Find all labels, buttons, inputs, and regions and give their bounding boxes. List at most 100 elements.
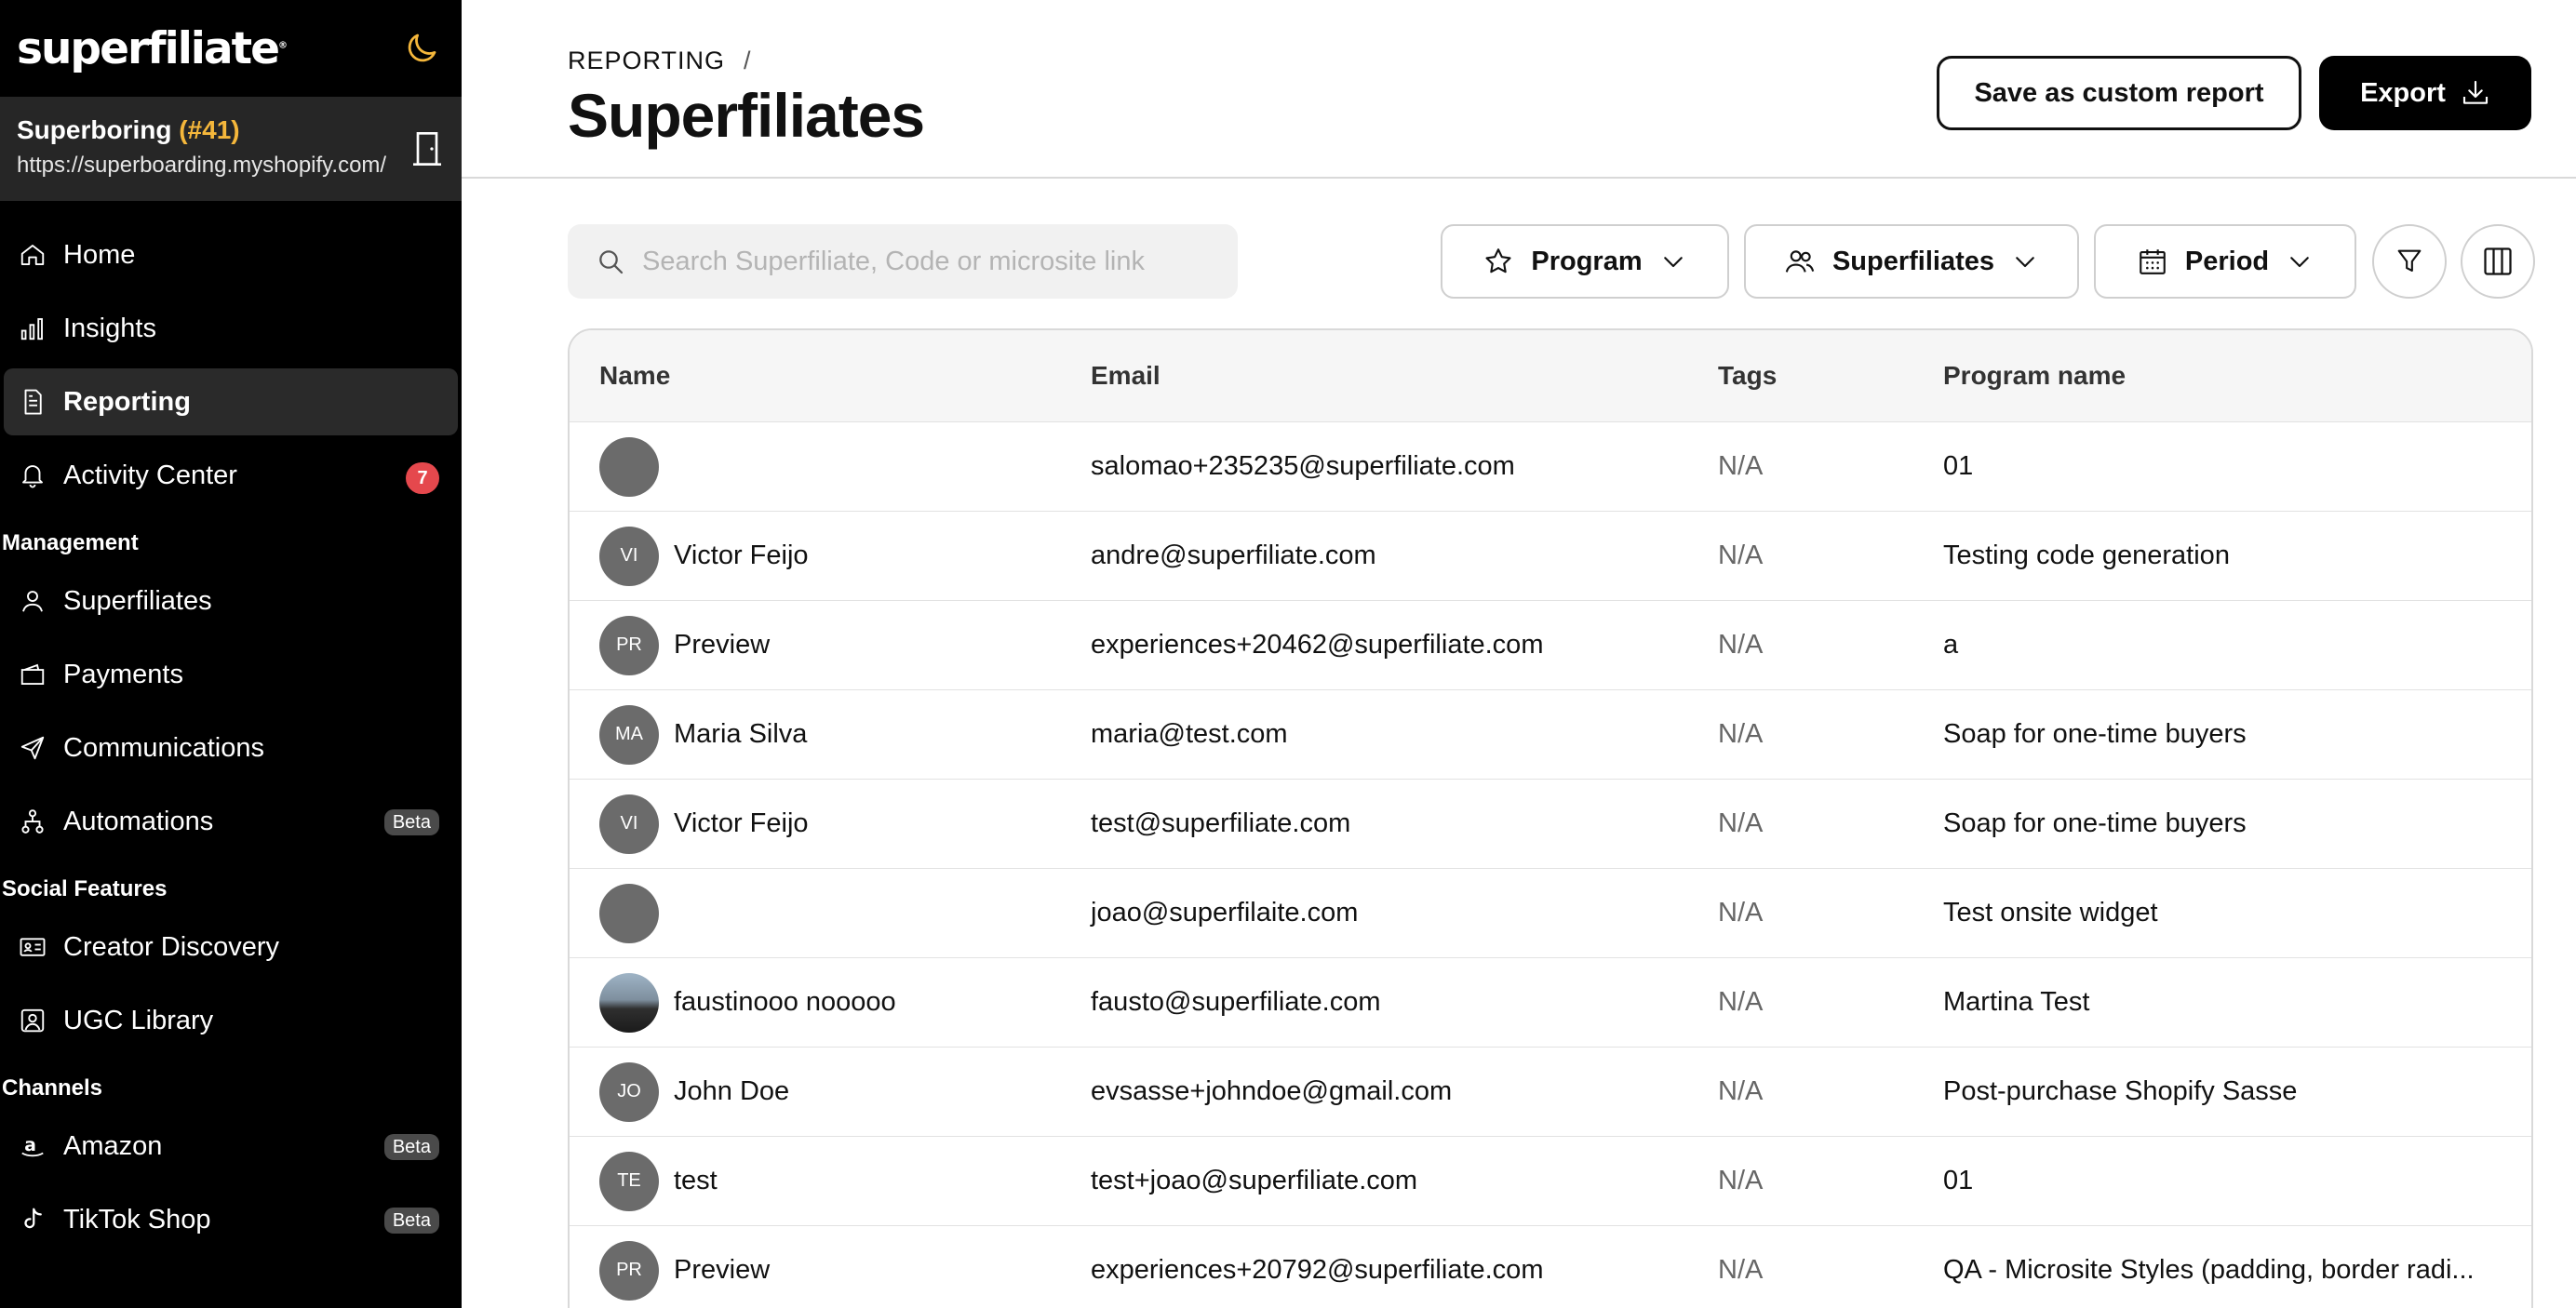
cell-program-name: 01 [1943, 451, 1974, 481]
table-row[interactable]: VI Victor Feijo test@superfiliate.com N/A So… [570, 779, 2531, 868]
table-row[interactable]: joao@superfilaite.com N/A Test onsite widg… [570, 868, 2531, 957]
table-header: Name Email Tags Program name [570, 330, 2531, 421]
cell-email: evsasse+johndoe@gmail.com [1091, 1076, 1453, 1106]
cell-program-name: Testing code generation [1943, 541, 2230, 570]
cell-email: experiences+20462@superfiliate.com [1091, 630, 1544, 660]
search-input[interactable] [642, 246, 1201, 277]
notification-count-badge: 7 [406, 462, 439, 494]
nav-item-insights[interactable]: Insights [4, 295, 458, 362]
breadcrumb-separator: / [744, 47, 752, 74]
cell-name: JO John Doe [570, 1061, 1091, 1122]
superfiliates-table: Name Email Tags Program name salomao+235… [568, 328, 2533, 1308]
bell-icon [17, 460, 48, 491]
cell-name: MA Maria Silva [570, 704, 1091, 765]
superfiliate-name[interactable]: Victor Feijo [674, 808, 809, 839]
column-header-email[interactable]: Email [1091, 361, 1718, 391]
export-button[interactable]: Export [2319, 56, 2531, 130]
table-row[interactable]: VI Victor Feijo andre@superfiliate.com N/A T… [570, 511, 2531, 600]
filter-button[interactable] [2372, 224, 2447, 299]
nav-item-label: Automations [63, 806, 214, 836]
nav-item-label: Reporting [63, 386, 191, 417]
logo-mark: ® [277, 39, 288, 50]
nav-item-ugc-library[interactable]: UGC Library [4, 987, 458, 1054]
cell-tags: N/A [1718, 541, 1764, 570]
chevron-down-icon [2016, 257, 2034, 268]
nav-item-activity-center[interactable]: Activity Center 7 [4, 442, 458, 509]
logo[interactable]: superfiliate® [17, 23, 288, 74]
superfiliate-name[interactable]: test [674, 1166, 718, 1196]
table-row[interactable]: MA Maria Silva maria@test.com N/A Soap for o… [570, 689, 2531, 779]
table-row[interactable]: JO John Doe evsasse+johndoe@gmail.com N/A Po… [570, 1047, 2531, 1136]
cell-program-name: Martina Test [1943, 987, 2090, 1017]
cell-email: test+joao@superfiliate.com [1091, 1166, 1418, 1195]
chevron-down-icon [2290, 257, 2309, 268]
avatar [599, 972, 659, 1033]
nav-item-label: Activity Center [63, 460, 237, 490]
table-row[interactable]: faustinooo nooooo fausto@superfiliate.com… [570, 957, 2531, 1047]
column-header-program-name[interactable]: Program name [1943, 361, 2531, 391]
superfiliate-name[interactable]: Victor Feijo [674, 541, 809, 571]
breadcrumb-reporting[interactable]: REPORTING [568, 47, 725, 74]
nav-item-tiktok-shop[interactable]: TikTok Shop Beta [4, 1186, 458, 1253]
superfiliates-filter-button[interactable]: Superfiliates [1744, 224, 2079, 299]
cell-name: VI Victor Feijo [570, 526, 1091, 586]
bar-chart-icon [17, 313, 48, 344]
download-icon [2462, 80, 2488, 104]
door-exit-icon[interactable] [411, 130, 443, 167]
cell-program-name: Soap for one-time buyers [1943, 808, 2247, 838]
superfiliate-name[interactable]: John Doe [674, 1076, 789, 1107]
table-body: salomao+235235@superfiliate.com N/A 01 VI Vi… [570, 421, 2531, 1308]
store-switcher[interactable]: Superboring (#41) https://superboarding.… [0, 97, 462, 201]
export-button-label: Export [2360, 77, 2446, 108]
nav-item-reporting[interactable]: Reporting [4, 368, 458, 435]
cell-program-name: Soap for one-time buyers [1943, 719, 2247, 749]
tiktok-icon [17, 1204, 48, 1235]
cell-email: test@superfiliate.com [1091, 808, 1351, 838]
nav-item-home[interactable]: Home [4, 221, 458, 288]
cell-email: andre@superfiliate.com [1091, 541, 1376, 570]
nav-item-label: Amazon [63, 1130, 163, 1161]
moon-icon[interactable] [402, 29, 441, 68]
funnel-icon [2397, 249, 2422, 272]
period-filter-button[interactable]: Period [2094, 224, 2356, 299]
columns-button[interactable] [2461, 224, 2535, 299]
nav-item-superfiliates[interactable]: Superfiliates [4, 567, 458, 634]
table-row[interactable]: TE test test+joao@superfiliate.com N/A 01 [570, 1136, 2531, 1225]
program-filter-button[interactable]: Program [1441, 224, 1729, 299]
breadcrumb: REPORTING / [568, 47, 752, 75]
superfiliate-name[interactable]: Maria Silva [674, 719, 807, 750]
column-header-name[interactable]: Name [570, 361, 1091, 391]
nav-item-label: TikTok Shop [63, 1204, 211, 1235]
section-label-management: Management [2, 530, 139, 555]
nav-item-automations[interactable]: Automations Beta [4, 788, 458, 855]
cell-tags: N/A [1718, 1166, 1764, 1195]
column-header-tags[interactable]: Tags [1718, 361, 1943, 391]
calendar-icon [2140, 249, 2166, 274]
nav-item-creator-discovery[interactable]: Creator Discovery [4, 914, 458, 981]
sidebar: superfiliate® Superboring (#41) https://… [0, 0, 462, 1308]
table-row[interactable]: PR Preview experiences+20792@superfiliate.… [570, 1225, 2531, 1308]
cell-tags: N/A [1718, 1076, 1764, 1106]
store-name: Superboring (#41) [17, 115, 445, 145]
table-row[interactable]: salomao+235235@superfiliate.com N/A 01 [570, 421, 2531, 511]
nav-item-communications[interactable]: Communications [4, 714, 458, 781]
superfiliate-name[interactable]: Preview [674, 630, 770, 661]
search-box[interactable] [568, 224, 1238, 299]
logo-text: superfiliate [17, 22, 280, 74]
star-icon [1485, 248, 1511, 274]
users-icon [1785, 250, 1815, 273]
avatar: PR [599, 615, 659, 675]
superfiliate-name[interactable]: faustinooo nooooo [674, 987, 896, 1018]
cell-name: VI Victor Feijo [570, 794, 1091, 854]
superfiliate-name[interactable]: Preview [674, 1255, 770, 1286]
nav-item-amazon[interactable]: a Amazon Beta [4, 1113, 458, 1180]
save-as-custom-report-button[interactable]: Save as custom report [1937, 56, 2301, 130]
cell-tags: N/A [1718, 451, 1764, 481]
table-row[interactable]: PR Preview experiences+20462@superfiliate.… [570, 600, 2531, 689]
columns-icon [2484, 247, 2512, 275]
cell-email: joao@superfilaite.com [1091, 898, 1359, 928]
nav-item-payments[interactable]: Payments [4, 641, 458, 708]
main-content: REPORTING / Superfiliates Save as custom … [462, 0, 2576, 1308]
avatar: MA [599, 704, 659, 765]
avatar: TE [599, 1151, 659, 1211]
